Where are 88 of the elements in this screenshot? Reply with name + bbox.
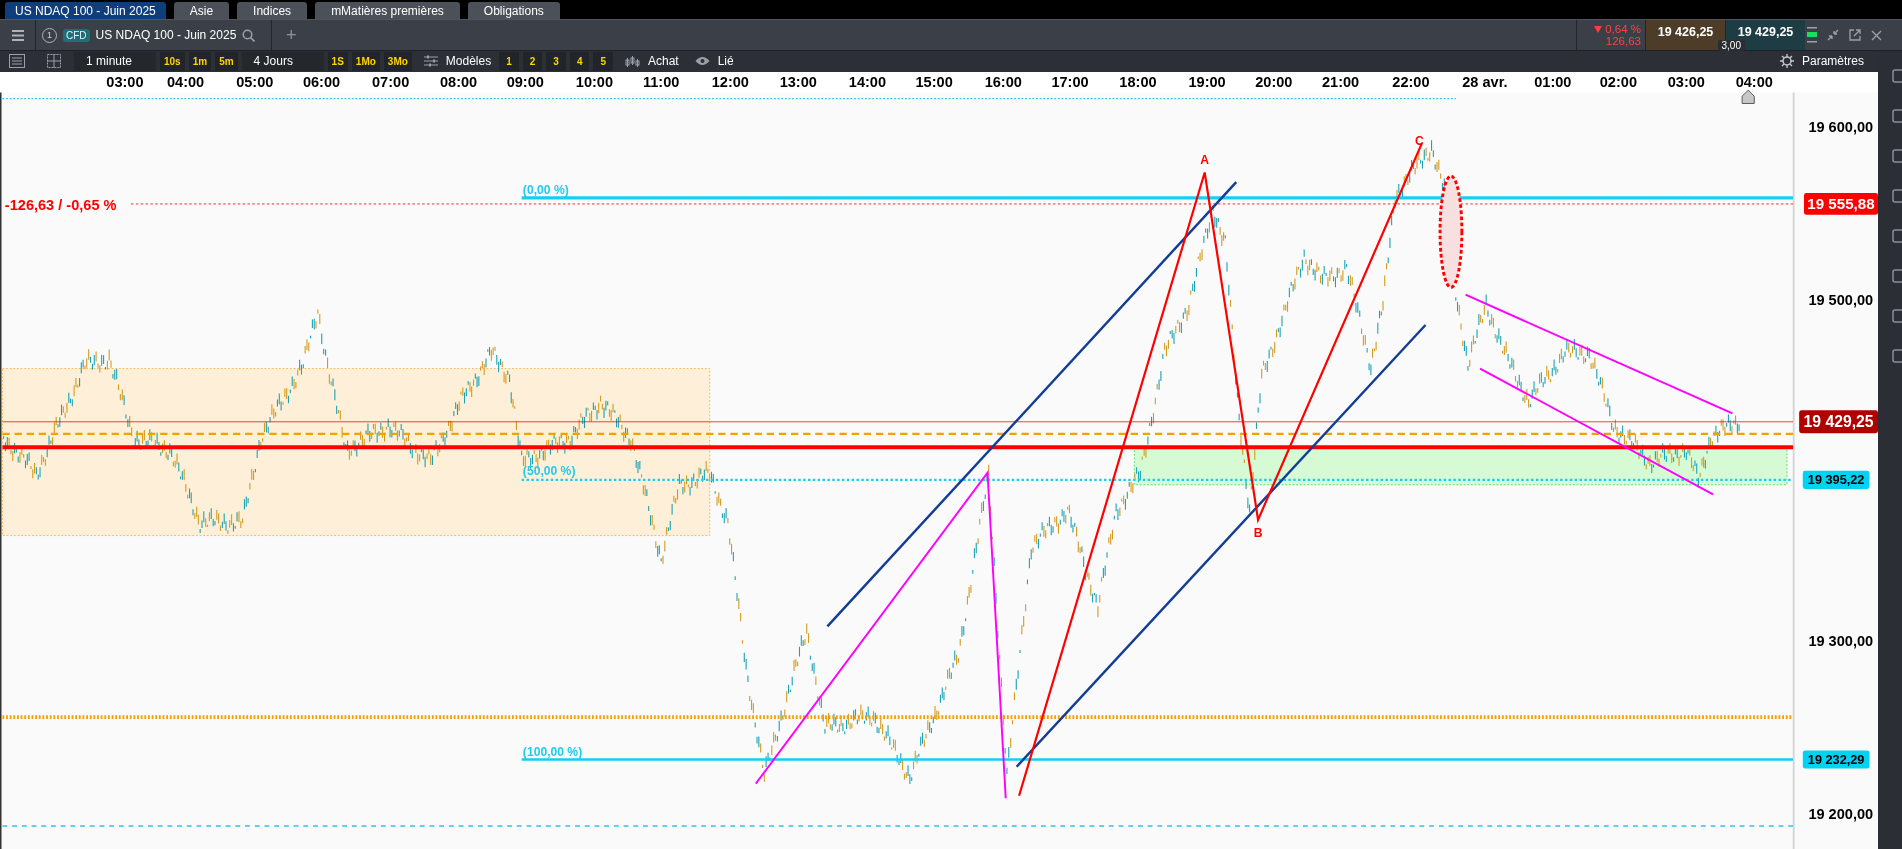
templates-button[interactable]: Modèles (441, 51, 496, 71)
layout-grid-icon[interactable] (47, 54, 61, 69)
time-label: 19:00 (1188, 74, 1226, 91)
template-slot-button[interactable]: 3 (546, 51, 566, 71)
template-slot-button[interactable]: 5 (593, 51, 613, 71)
range-button[interactable]: 3Mo (383, 51, 412, 71)
eye-icon[interactable] (694, 56, 710, 67)
time-label: 04:00 (167, 74, 205, 91)
list-icon[interactable] (9, 54, 25, 69)
fibonacci-label: (100,00 %) (522, 744, 583, 759)
candlestick-icon[interactable] (625, 54, 640, 68)
market-tab[interactable]: Indices (237, 2, 308, 19)
change-percent: 0,64 % (1605, 23, 1641, 35)
time-label: 22:00 (1392, 74, 1430, 91)
search-icon[interactable] (242, 28, 256, 42)
time-label: 12:00 (711, 74, 749, 91)
link-button[interactable]: Lié (713, 51, 738, 71)
time-label: 21:00 (1321, 74, 1360, 91)
time-label: 11:00 (642, 74, 680, 91)
market-tab[interactable]: Asie (173, 2, 230, 19)
time-label: 01:00 (1534, 74, 1572, 91)
price-tag: 19 232,29 (1802, 750, 1870, 769)
time-label: 08:00 (439, 74, 478, 91)
price-label: 19 200,00 (1808, 806, 1874, 823)
time-label: 02:00 (1599, 74, 1637, 91)
sliders-icon[interactable] (423, 55, 438, 68)
market-tab[interactable]: Obligations (467, 2, 560, 19)
time-label: 05:00 (236, 74, 274, 91)
interval-button[interactable]: 1m (188, 51, 212, 71)
time-label: 13:00 (779, 74, 817, 91)
side-tool-icon[interactable] (1892, 109, 1902, 123)
side-tool-icon[interactable] (1892, 189, 1902, 203)
time-label: 20:00 (1255, 74, 1293, 91)
change-value: 126,63 (1605, 35, 1641, 47)
popout-icon[interactable] (1849, 29, 1861, 41)
side-tool-icon[interactable] (1892, 229, 1902, 243)
market-tab[interactable]: US NDAQ 100 - Juin 2025 (5, 2, 166, 19)
menu-icon[interactable] (11, 29, 24, 41)
template-slot-button[interactable]: 2 (522, 51, 543, 71)
minimize-icon[interactable] (1827, 29, 1839, 41)
wave-label: B (1253, 525, 1263, 540)
time-label: 03:00 (1667, 74, 1705, 91)
time-label: 10:00 (575, 74, 614, 91)
price-tag: 19 555,88 (1804, 193, 1878, 215)
time-label: 07:00 (372, 74, 410, 91)
fibonacci-label: (0,00 %) (522, 183, 569, 198)
side-tool-icon[interactable] (1892, 309, 1902, 323)
time-label: 14:00 (848, 74, 887, 91)
template-slot-button[interactable]: 1 (499, 51, 519, 71)
fibonacci-label: (50,00 %) (522, 464, 576, 478)
instrument-name: US NDAQ 100 - Juin 2025 (95, 28, 237, 42)
interval-button[interactable]: 10s (160, 51, 185, 71)
template-slot-button[interactable]: 4 (569, 51, 590, 71)
range-button[interactable]: 1S (327, 51, 348, 71)
range-button[interactable]: 1Mo (351, 51, 380, 71)
price-label: 19 500,00 (1808, 291, 1874, 308)
alert-label: -126,63 / -0,65 % (4, 196, 117, 213)
interval-dropdown[interactable]: 1 minute (74, 51, 156, 71)
time-label: 15:00 (915, 74, 953, 91)
time-label: 28 avr. (1462, 74, 1508, 91)
wave-label: A (1200, 152, 1210, 167)
time-label: 16:00 (984, 74, 1022, 91)
side-tool-icon[interactable] (1892, 349, 1902, 363)
market-tab[interactable]: mMatières premières (315, 2, 460, 19)
chart-type-button[interactable]: Achat (644, 51, 683, 71)
down-triangle-icon (1594, 25, 1603, 33)
price-tag: 19 429,25 (1799, 410, 1878, 434)
time-label: 18:00 (1119, 74, 1157, 91)
time-label: 04:00 (1735, 74, 1773, 91)
price-label: 19 300,00 (1808, 633, 1874, 650)
close-icon[interactable] (1871, 29, 1882, 41)
interval-button[interactable]: 5m (215, 51, 238, 71)
side-tool-icon[interactable] (1892, 69, 1902, 83)
time-label: 09:00 (506, 74, 544, 91)
wave-label: C (1415, 133, 1424, 148)
settings-button[interactable]: Paramètres (1797, 51, 1868, 71)
price-label: 19 600,00 (1808, 118, 1874, 135)
range-dropdown[interactable]: 4 Jours (241, 51, 324, 71)
signal-bars-icon (1807, 26, 1817, 44)
time-label: 06:00 (302, 74, 341, 91)
settings-icon[interactable] (1779, 54, 1794, 69)
side-tool-icon[interactable] (1892, 269, 1902, 283)
time-label: 03:00 (106, 74, 144, 91)
scroll-latest-icon[interactable] (1741, 89, 1755, 104)
cfd-badge: CFD (63, 28, 90, 42)
side-tool-icon[interactable] (1892, 149, 1902, 163)
spread-badge: 3,00 (1717, 40, 1745, 51)
time-label: 17:00 (1051, 74, 1089, 91)
